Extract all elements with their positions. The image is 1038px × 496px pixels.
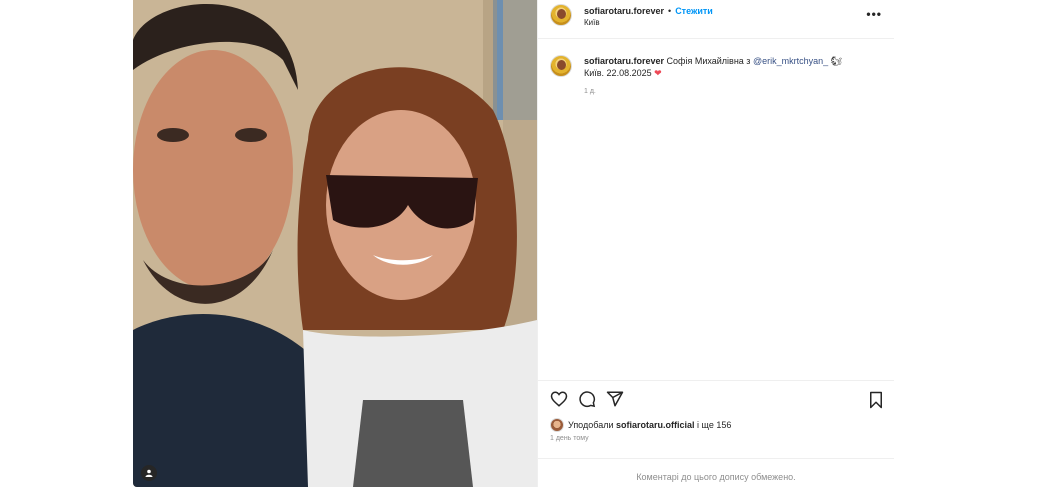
red-heart-icon: ❤ xyxy=(654,68,662,78)
caption-mention[interactable]: @erik_mkrtchyan_ xyxy=(753,56,828,66)
author-avatar[interactable] xyxy=(550,4,572,26)
squirrel-emoji-icon: 🐿 xyxy=(830,56,843,66)
comment-icon[interactable] xyxy=(578,390,596,408)
post-photo[interactable] xyxy=(133,0,537,487)
action-section: Уподобали sofiarotaru.official і ще 156 … xyxy=(538,380,894,442)
instagram-post: sofiarotaru.forever • Стежити Київ ••• sof… xyxy=(133,0,894,487)
location-link[interactable]: Київ xyxy=(584,17,713,29)
heart-icon[interactable] xyxy=(550,390,568,408)
caption-line2: Київ. 22.08.2025 xyxy=(584,68,652,78)
more-options-icon[interactable]: ••• xyxy=(866,7,882,21)
likes-count[interactable]: і ще 156 xyxy=(697,420,731,430)
follow-button[interactable]: Стежити xyxy=(675,6,713,16)
comments-restricted-notice: Коментарі до цього допису обмежено. xyxy=(538,458,894,487)
likes-prefix: Уподобали xyxy=(568,420,614,430)
caption-body: Софія Михайлівна з xyxy=(666,56,751,66)
person-icon xyxy=(145,469,153,477)
selfie-image xyxy=(133,0,537,487)
tagged-people-button[interactable] xyxy=(141,465,157,481)
liker-avatar[interactable] xyxy=(550,418,564,432)
bookmark-icon[interactable] xyxy=(868,391,884,414)
author-info: sofiarotaru.forever • Стежити Київ xyxy=(584,4,713,29)
post-sidebar: sofiarotaru.forever • Стежити Київ ••• sof… xyxy=(537,0,894,487)
action-bar xyxy=(538,381,894,417)
liker-username[interactable]: sofiarotaru.official xyxy=(616,420,695,430)
caption: sofiarotaru.forever Софія Михайлівна з @… xyxy=(538,39,894,98)
post-header: sofiarotaru.forever • Стежити Київ ••• xyxy=(538,0,894,38)
author-username[interactable]: sofiarotaru.forever xyxy=(584,6,664,16)
header-separator: • xyxy=(668,6,672,16)
post-timestamp[interactable]: 1 день тому xyxy=(538,433,894,442)
caption-age: 1 д. xyxy=(584,88,596,95)
caption-username[interactable]: sofiarotaru.forever xyxy=(584,56,664,66)
caption-text: sofiarotaru.forever Софія Михайлівна з @… xyxy=(584,55,884,98)
share-icon[interactable] xyxy=(606,390,624,408)
likes-summary: Уподобали sofiarotaru.official і ще 156 xyxy=(538,417,894,433)
caption-avatar[interactable] xyxy=(550,55,572,77)
